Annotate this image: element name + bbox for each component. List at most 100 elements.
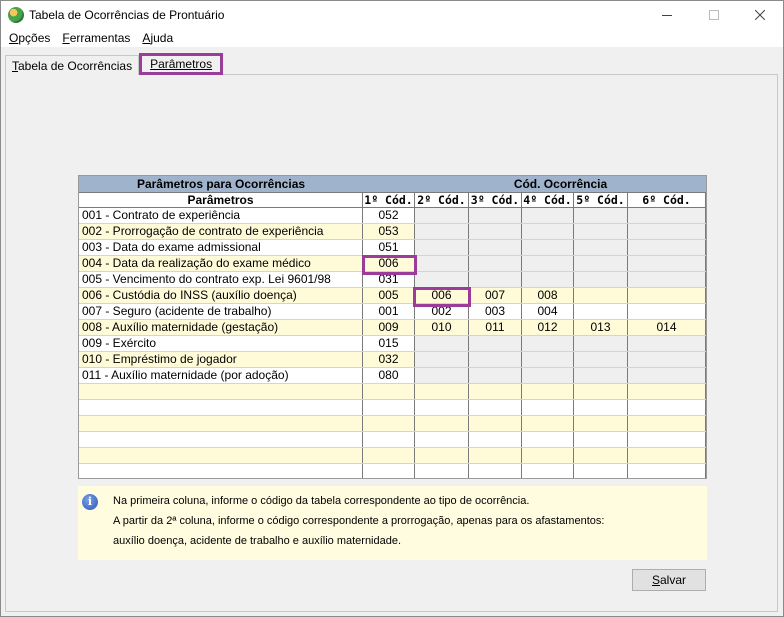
code-cell[interactable] [469, 448, 522, 463]
code-cell[interactable] [415, 432, 469, 447]
code-cell[interactable] [469, 464, 522, 478]
code-cell[interactable] [574, 336, 628, 351]
code-cell[interactable] [522, 384, 574, 399]
code-cell[interactable] [522, 464, 574, 478]
code-cell[interactable] [628, 256, 706, 271]
code-cell[interactable] [415, 352, 469, 367]
code-cell[interactable]: 007 [469, 288, 522, 303]
code-cell[interactable] [522, 240, 574, 255]
code-cell[interactable] [522, 416, 574, 431]
code-cell[interactable] [522, 272, 574, 287]
code-cell[interactable]: 004 [522, 304, 574, 319]
code-cell[interactable]: 002 [415, 304, 469, 319]
code-cell[interactable] [574, 272, 628, 287]
code-cell[interactable] [574, 224, 628, 239]
code-cell[interactable] [522, 208, 574, 223]
code-cell[interactable] [628, 448, 706, 463]
code-cell[interactable]: 008 [522, 288, 574, 303]
code-cell[interactable]: 006 [363, 256, 415, 271]
tab-parametros[interactable]: Parâmetros [139, 53, 224, 75]
save-button[interactable]: Salvar [632, 569, 706, 591]
code-cell[interactable] [628, 304, 706, 319]
code-cell[interactable] [415, 384, 469, 399]
code-cell[interactable] [469, 208, 522, 223]
code-cell[interactable] [522, 224, 574, 239]
code-cell[interactable] [628, 416, 706, 431]
close-button[interactable] [737, 1, 783, 29]
code-cell[interactable] [574, 384, 628, 399]
code-cell[interactable]: 006 [415, 288, 469, 303]
code-cell[interactable] [628, 368, 706, 383]
code-cell[interactable] [469, 432, 522, 447]
code-cell[interactable]: 003 [469, 304, 522, 319]
code-cell[interactable] [363, 464, 415, 478]
code-cell[interactable] [469, 336, 522, 351]
code-cell[interactable] [628, 384, 706, 399]
code-cell[interactable] [469, 352, 522, 367]
code-cell[interactable] [574, 240, 628, 255]
code-cell[interactable]: 009 [363, 320, 415, 335]
code-cell[interactable]: 005 [363, 288, 415, 303]
code-cell[interactable] [415, 336, 469, 351]
maximize-button[interactable] [691, 1, 737, 29]
code-cell[interactable] [469, 368, 522, 383]
code-cell[interactable] [628, 288, 706, 303]
code-cell[interactable]: 080 [363, 368, 415, 383]
code-cell[interactable]: 013 [574, 320, 628, 335]
code-cell[interactable] [574, 400, 628, 415]
code-cell[interactable] [628, 224, 706, 239]
code-cell[interactable] [522, 352, 574, 367]
code-cell[interactable] [628, 272, 706, 287]
code-cell[interactable] [469, 416, 522, 431]
code-cell[interactable] [574, 448, 628, 463]
code-cell[interactable] [363, 432, 415, 447]
code-cell[interactable]: 052 [363, 208, 415, 223]
code-cell[interactable] [469, 384, 522, 399]
code-cell[interactable] [522, 448, 574, 463]
code-cell[interactable] [469, 272, 522, 287]
code-cell[interactable] [522, 432, 574, 447]
code-cell[interactable] [628, 464, 706, 478]
code-cell[interactable] [415, 208, 469, 223]
code-cell[interactable] [415, 272, 469, 287]
code-cell[interactable] [469, 240, 522, 255]
code-cell[interactable]: 010 [415, 320, 469, 335]
code-cell[interactable]: 015 [363, 336, 415, 351]
code-cell[interactable] [415, 416, 469, 431]
code-cell[interactable] [363, 400, 415, 415]
code-cell[interactable] [574, 416, 628, 431]
code-cell[interactable]: 014 [628, 320, 706, 335]
code-cell[interactable] [469, 224, 522, 239]
menu-ajuda[interactable]: Ajuda [136, 29, 179, 47]
code-cell[interactable] [574, 464, 628, 478]
code-cell[interactable] [415, 448, 469, 463]
code-cell[interactable]: 001 [363, 304, 415, 319]
code-cell[interactable] [574, 352, 628, 367]
code-cell[interactable] [363, 384, 415, 399]
code-cell[interactable]: 031 [363, 272, 415, 287]
code-cell[interactable] [628, 432, 706, 447]
code-cell[interactable] [574, 256, 628, 271]
code-cell[interactable] [469, 256, 522, 271]
code-cell[interactable] [574, 208, 628, 223]
code-cell[interactable]: 051 [363, 240, 415, 255]
code-cell[interactable] [415, 464, 469, 478]
code-cell[interactable] [574, 432, 628, 447]
code-cell[interactable] [574, 304, 628, 319]
code-cell[interactable] [469, 400, 522, 415]
code-cell[interactable] [574, 368, 628, 383]
code-cell[interactable] [415, 368, 469, 383]
code-cell[interactable] [363, 416, 415, 431]
code-cell[interactable] [628, 336, 706, 351]
code-cell[interactable] [415, 224, 469, 239]
menu-opcoes[interactable]: Opções [3, 29, 56, 47]
code-cell[interactable] [628, 240, 706, 255]
code-cell[interactable] [522, 336, 574, 351]
code-cell[interactable]: 012 [522, 320, 574, 335]
code-cell[interactable] [628, 400, 706, 415]
code-cell[interactable] [522, 256, 574, 271]
code-cell[interactable] [628, 208, 706, 223]
code-cell[interactable] [628, 352, 706, 367]
code-cell[interactable] [415, 400, 469, 415]
tab-tabela-ocorrencias[interactable]: Tabela de Ocorrências [5, 55, 140, 75]
